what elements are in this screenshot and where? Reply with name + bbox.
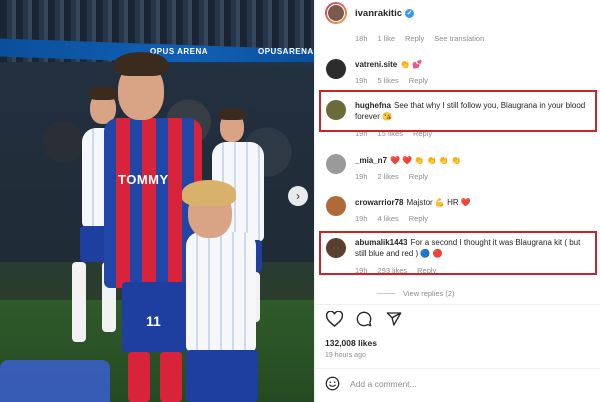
author-username[interactable]: ivanrakitic ✓ <box>355 8 414 19</box>
post-actions <box>325 310 403 328</box>
comment-likes[interactable]: 5 likes <box>378 76 399 85</box>
comment-text: Majstor 💪 HR ❤️ <box>406 198 471 207</box>
shirt-sponsor: TOMMY <box>118 172 169 187</box>
commenter-avatar[interactable] <box>326 59 346 79</box>
comment-meta: 19h 4 likes Reply <box>355 214 428 223</box>
footer-divider <box>315 368 600 369</box>
comment-time: 19h <box>355 214 368 223</box>
caption-meta: 18h 1 like Reply See translation <box>355 34 484 43</box>
next-photo-button[interactable]: › <box>288 186 308 206</box>
view-replies-line <box>377 293 395 294</box>
comment-body: vatreni.site 👏 💕 <box>355 60 591 71</box>
view-replies-button[interactable]: View replies (2) <box>377 289 455 298</box>
commenter-avatar[interactable] <box>326 196 346 216</box>
author-avatar[interactable] <box>325 2 347 24</box>
comment-likes[interactable]: 4 likes <box>378 214 399 223</box>
caption-time: 18h <box>355 34 368 43</box>
comment-reply-button[interactable]: Reply <box>409 172 428 181</box>
highlight-box <box>319 90 597 132</box>
comment-button[interactable] <box>355 310 373 328</box>
comment-body: _mia_n7 ❤️ ❤️ 👏 👏 👏 👏 <box>355 156 591 167</box>
add-comment-input[interactable]: Add a comment... <box>350 379 417 389</box>
post-time-ago: 19 hours ago <box>325 352 366 359</box>
likes-count[interactable]: 132,008 likes <box>325 338 377 348</box>
comment-icon <box>356 311 372 327</box>
post-header: ivanrakitic ✓ <box>315 0 600 26</box>
share-button[interactable] <box>385 310 403 328</box>
comment-reply-button[interactable]: Reply <box>409 214 428 223</box>
like-button[interactable] <box>325 310 343 328</box>
banner-text-2: OPUSARENA <box>258 47 314 56</box>
commenter-avatar[interactable] <box>326 154 346 174</box>
author-username-text[interactable]: ivanrakitic <box>355 8 402 19</box>
actions-divider <box>315 304 600 305</box>
commenter-username[interactable]: crowarrior78 <box>355 198 403 207</box>
commenter-username[interactable]: _mia_n7 <box>355 156 387 165</box>
add-comment-bar[interactable]: Add a comment... <box>325 376 593 391</box>
emoji-icon <box>325 376 340 391</box>
highlight-box <box>319 231 597 275</box>
comments-panel: ivanrakitic ✓ 18h 1 like Reply See transl… <box>314 0 600 402</box>
stadium-seat <box>0 360 110 402</box>
comment-reply-button[interactable]: Reply <box>409 76 428 85</box>
view-replies-text[interactable]: View replies (2) <box>403 289 455 298</box>
comment-body: crowarrior78 Majstor 💪 HR ❤️ <box>355 198 591 209</box>
comment-likes[interactable]: 2 likes <box>378 172 399 181</box>
caption-likes[interactable]: 1 like <box>378 34 396 43</box>
see-translation-button[interactable]: See translation <box>434 34 484 43</box>
caption-reply-button[interactable]: Reply <box>405 34 424 43</box>
chevron-right-icon: › <box>296 189 300 203</box>
comment-text: 👏 💕 <box>400 60 423 69</box>
comment-time: 19h <box>355 76 368 85</box>
commenter-username[interactable]: vatreni.site <box>355 60 397 69</box>
comment-meta: 19h 5 likes Reply <box>355 76 428 85</box>
verified-badge-icon: ✓ <box>405 8 414 18</box>
post-photo: OPUS ARENA OPUSARENA TOMMY 11 › <box>0 0 314 402</box>
heart-icon <box>325 311 343 327</box>
share-icon <box>386 312 402 326</box>
comment-meta: 19h 2 likes Reply <box>355 172 428 181</box>
shorts-number: 11 <box>146 313 161 329</box>
comment-time: 19h <box>355 172 368 181</box>
comment-text: ❤️ ❤️ 👏 👏 👏 👏 <box>390 156 461 165</box>
